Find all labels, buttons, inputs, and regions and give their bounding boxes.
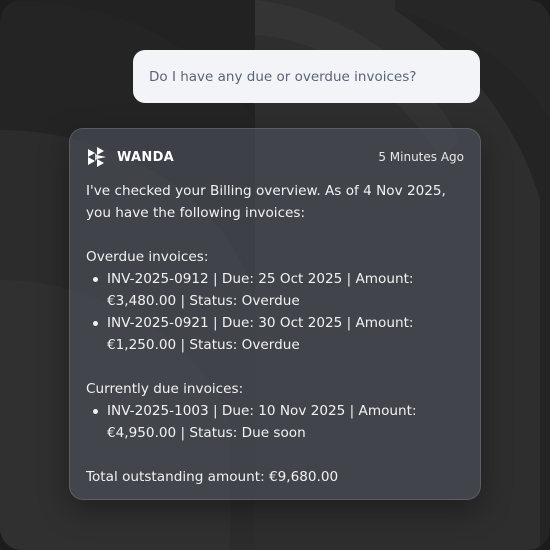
total-outstanding: Total outstanding amount: €9,680.00 xyxy=(86,469,339,485)
assistant-message-card: WANDA 5 Minutes Ago I've checked your Bi… xyxy=(69,128,481,500)
assistant-header: WANDA 5 Minutes Ago xyxy=(86,145,464,169)
overdue-heading: Overdue invoices: xyxy=(86,249,209,265)
chat-screen: Do I have any due or overdue invoices? W… xyxy=(0,0,550,550)
overdue-list: INV-2025-0912 | Due: 25 Oct 2025 | Amoun… xyxy=(86,268,464,356)
message-timestamp: 5 Minutes Ago xyxy=(378,150,464,164)
assistant-brand: WANDA xyxy=(86,146,174,168)
list-item: INV-2025-0921 | Due: 30 Oct 2025 | Amoun… xyxy=(86,312,464,356)
due-heading: Currently due invoices: xyxy=(86,381,244,397)
wanda-logo-icon xyxy=(86,146,108,168)
user-message-bubble: Do I have any due or overdue invoices? xyxy=(133,50,480,103)
user-message-text: Do I have any due or overdue invoices? xyxy=(149,68,417,85)
assistant-name: WANDA xyxy=(117,149,175,165)
intro-text: I've checked your Billing overview. As o… xyxy=(86,183,446,221)
list-item: INV-2025-0912 | Due: 25 Oct 2025 | Amoun… xyxy=(86,268,464,312)
list-item: INV-2025-1003 | Due: 10 Nov 2025 | Amoun… xyxy=(86,400,464,444)
due-list: INV-2025-1003 | Due: 10 Nov 2025 | Amoun… xyxy=(86,400,464,444)
assistant-message-body: I've checked your Billing overview. As o… xyxy=(86,180,464,488)
